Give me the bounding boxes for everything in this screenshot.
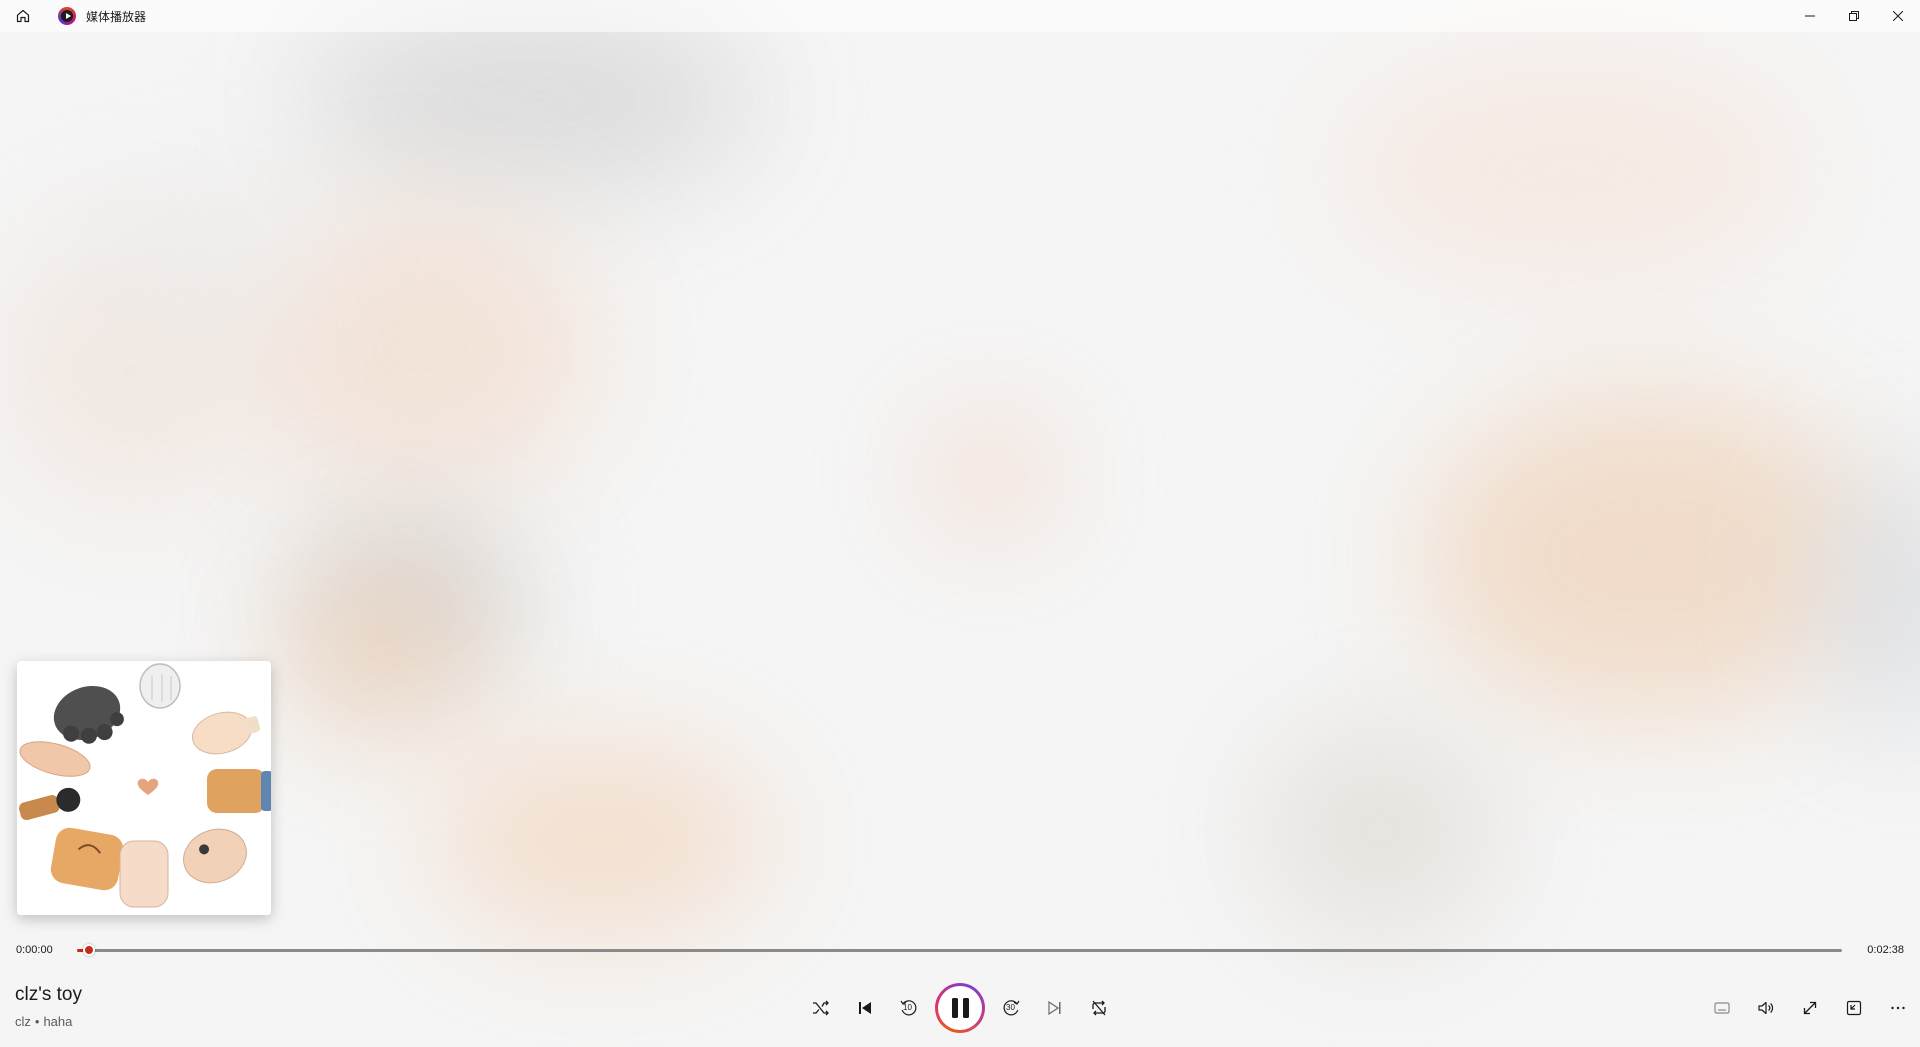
fullscreen-icon: [1803, 1001, 1817, 1015]
total-time: 0:02:38: [1867, 944, 1904, 956]
minimize-icon: [1805, 15, 1815, 17]
more-icon: [1891, 1006, 1905, 1010]
shuffle-button[interactable]: [803, 990, 839, 1026]
restore-button[interactable]: [1832, 0, 1876, 32]
volume-button[interactable]: [1748, 990, 1784, 1026]
repeat-icon: [1092, 1000, 1106, 1016]
track-album[interactable]: haha: [43, 1014, 72, 1029]
track-subtitle: clz • haha: [15, 1014, 72, 1029]
pause-icon: [938, 986, 982, 1030]
backdrop-blob: [930, 420, 1050, 530]
media-player-window: 媒体播放器 0:00:00 0:02:38 clz's toy clz • ha…: [0, 0, 1920, 1047]
restore-icon: [1849, 11, 1859, 21]
more-options-button[interactable]: [1880, 990, 1916, 1026]
miniplayer-icon: [1846, 1000, 1862, 1016]
shuffle-icon: [813, 1000, 829, 1016]
captions-icon: [1714, 1002, 1730, 1014]
minimize-button[interactable]: [1788, 0, 1832, 32]
title-bar: 媒体播放器: [0, 0, 1920, 32]
miniplayer-button[interactable]: [1836, 990, 1872, 1026]
next-icon: [1048, 1000, 1061, 1016]
skip-back-label: 10: [903, 1003, 912, 1012]
close-icon: [1893, 11, 1903, 21]
backdrop-blob: [1420, 390, 1880, 720]
repeat-button[interactable]: [1081, 990, 1117, 1026]
fullscreen-button[interactable]: [1792, 990, 1828, 1026]
home-button[interactable]: [0, 0, 46, 32]
captions-button[interactable]: [1704, 990, 1740, 1026]
blurred-album-backdrop: [0, 0, 1920, 1047]
next-button[interactable]: [1037, 990, 1073, 1026]
previous-button[interactable]: [847, 990, 883, 1026]
close-button[interactable]: [1876, 0, 1920, 32]
home-icon: [16, 9, 30, 23]
backdrop-blob: [1330, 50, 1810, 290]
track-title[interactable]: clz's toy: [15, 984, 82, 1006]
seek-bar[interactable]: [92, 949, 1842, 952]
skip-back-button[interactable]: 10: [891, 990, 927, 1026]
skip-forward-button[interactable]: 30: [993, 990, 1029, 1026]
album-art[interactable]: [17, 661, 271, 915]
volume-icon: [1758, 1001, 1774, 1015]
skip-forward-label: 30: [1006, 1003, 1015, 1012]
previous-icon: [859, 1002, 871, 1014]
separator-dot: •: [34, 1014, 40, 1029]
window-controls: [1788, 0, 1920, 32]
backdrop-blob: [80, 160, 320, 340]
current-time: 0:00:00: [16, 944, 53, 956]
backdrop-blob: [430, 740, 770, 940]
media-player-icon: [58, 7, 76, 25]
play-pause-button[interactable]: [935, 983, 985, 1033]
album-art-image: [17, 661, 271, 915]
app-title: 媒体播放器: [86, 9, 147, 24]
track-artist[interactable]: clz: [15, 1014, 31, 1029]
backdrop-blob: [1260, 720, 1500, 940]
backdrop-blob: [280, 560, 480, 740]
